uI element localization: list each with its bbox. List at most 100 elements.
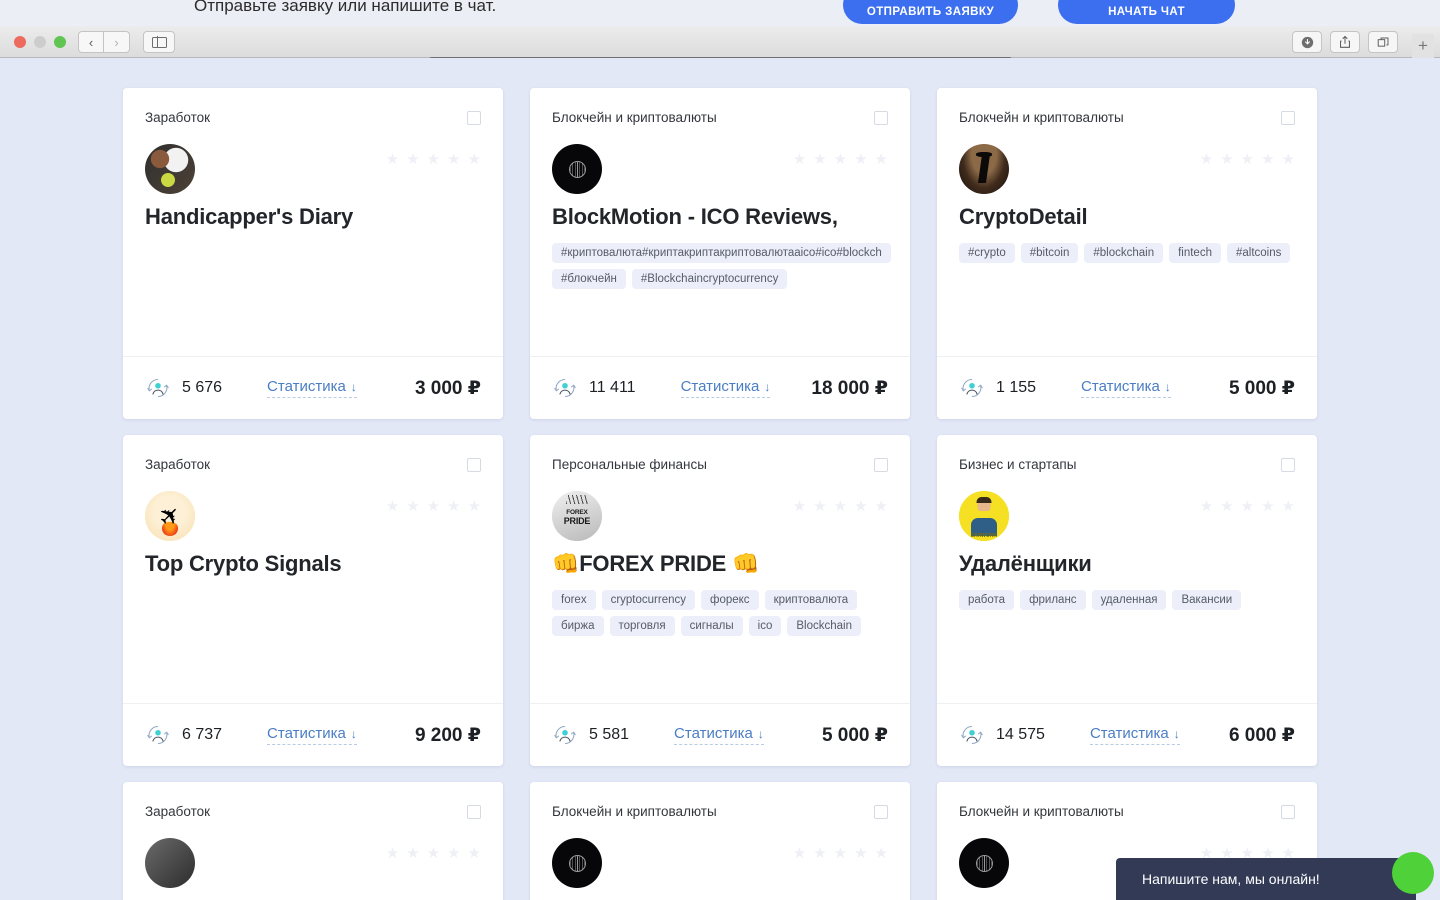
star-icon[interactable]: ★ xyxy=(386,846,399,861)
rating-stars[interactable]: ★ ★ ★ ★ ★ xyxy=(386,152,481,167)
star-icon[interactable]: ★ xyxy=(386,499,399,514)
tag[interactable]: криптовалюта xyxy=(764,590,858,611)
tag[interactable]: Blockchain xyxy=(787,616,861,637)
select-checkbox[interactable] xyxy=(874,458,888,472)
star-icon[interactable]: ★ xyxy=(813,846,826,861)
channel-card[interactable]: Бизнес и стартапы ZARWORK ★ ★ ★ ★ ★ Удалёнщики р… xyxy=(937,435,1317,766)
tag[interactable]: ico xyxy=(748,616,782,637)
new-tab-button[interactable]: + xyxy=(1412,34,1434,58)
tag[interactable]: forex xyxy=(552,590,596,611)
select-checkbox[interactable] xyxy=(467,805,481,819)
star-icon[interactable]: ★ xyxy=(447,152,460,167)
star-icon[interactable]: ★ xyxy=(427,152,440,167)
star-icon[interactable]: ★ xyxy=(406,152,419,167)
tag[interactable]: биржа xyxy=(552,616,604,637)
rating-stars[interactable]: ★ ★ ★ ★ ★ xyxy=(1200,152,1295,167)
tag[interactable]: cryptocurrency xyxy=(601,590,695,611)
star-icon[interactable]: ★ xyxy=(406,499,419,514)
star-icon[interactable]: ★ xyxy=(1241,499,1254,514)
star-icon[interactable]: ★ xyxy=(875,152,888,167)
star-icon[interactable]: ★ xyxy=(1261,152,1274,167)
star-icon[interactable]: ★ xyxy=(813,152,826,167)
star-icon[interactable]: ★ xyxy=(468,846,481,861)
tag[interactable]: удаленная xyxy=(1091,590,1167,611)
star-icon[interactable]: ★ xyxy=(386,152,399,167)
star-icon[interactable]: ★ xyxy=(854,152,867,167)
tag[interactable]: торговля xyxy=(609,616,675,637)
chat-prompt-bar[interactable]: Напишите нам, мы онлайн! xyxy=(1116,858,1416,900)
channel-card[interactable]: Блокчейн и криптовалюты ★ ★ ★ ★ ★ BlockMotion … xyxy=(530,88,910,419)
star-icon[interactable]: ★ xyxy=(834,499,847,514)
show-all-tabs-button[interactable] xyxy=(1368,31,1398,53)
start-chat-button[interactable]: НАЧАТЬ ЧАТ xyxy=(1058,0,1235,24)
select-checkbox[interactable] xyxy=(874,111,888,125)
maximize-window-button[interactable] xyxy=(54,36,66,48)
statistics-link[interactable]: Статистика ↓ xyxy=(1081,378,1171,398)
channel-card[interactable]: Заработок ★ ★ ★ ★ ★ xyxy=(123,782,503,900)
star-icon[interactable]: ★ xyxy=(834,152,847,167)
statistics-link[interactable]: Статистика ↓ xyxy=(1089,725,1180,745)
statistics-link[interactable]: Статистика ↓ xyxy=(267,378,357,398)
tag[interactable]: #криптовалюта#криптакриптакриптовалютаai… xyxy=(552,243,891,264)
channel-card[interactable]: Заработок ✈ ★ ★ ★ ★ ★ Top Crypto Signals 6 737 Ст… xyxy=(123,435,503,766)
rating-stars[interactable]: ★ ★ ★ ★ ★ xyxy=(386,846,481,861)
star-icon[interactable]: ★ xyxy=(793,152,806,167)
channel-card[interactable]: Заработок ★ ★ ★ ★ ★ Handicapper's Diary 5 676 Ст… xyxy=(123,88,503,419)
back-icon[interactable]: ‹ xyxy=(78,31,104,53)
star-icon[interactable]: ★ xyxy=(447,846,460,861)
tag[interactable]: #blockchain xyxy=(1084,243,1164,264)
select-checkbox[interactable] xyxy=(467,111,481,125)
tag[interactable]: #altcoins xyxy=(1226,243,1291,264)
channel-card[interactable]: Блокчейн и криптовалюты ★ ★ ★ ★ ★ CryptoDetail… xyxy=(937,88,1317,419)
star-icon[interactable]: ★ xyxy=(854,846,867,861)
close-window-button[interactable] xyxy=(14,36,26,48)
select-checkbox[interactable] xyxy=(1281,458,1295,472)
star-icon[interactable]: ★ xyxy=(447,499,460,514)
tag[interactable]: фриланс xyxy=(1020,590,1086,611)
star-icon[interactable]: ★ xyxy=(1200,499,1213,514)
star-icon[interactable]: ★ xyxy=(406,846,419,861)
tag[interactable]: fintech xyxy=(1169,243,1221,264)
statistics-link[interactable]: Статистика ↓ xyxy=(674,725,764,745)
sidebar-toggle-button[interactable] xyxy=(143,31,175,53)
rating-stars[interactable]: ★ ★ ★ ★ ★ xyxy=(793,846,888,861)
chat-open-button[interactable] xyxy=(1392,852,1434,894)
tag[interactable]: форекс xyxy=(701,590,759,611)
minimize-window-button[interactable] xyxy=(34,36,46,48)
select-checkbox[interactable] xyxy=(874,805,888,819)
star-icon[interactable]: ★ xyxy=(1220,499,1233,514)
rating-stars[interactable]: ★ ★ ★ ★ ★ xyxy=(793,152,888,167)
star-icon[interactable]: ★ xyxy=(427,499,440,514)
tag[interactable]: Вакансии xyxy=(1172,590,1242,611)
downloads-button[interactable] xyxy=(1292,31,1322,53)
star-icon[interactable]: ★ xyxy=(468,499,481,514)
star-icon[interactable]: ★ xyxy=(793,846,806,861)
star-icon[interactable]: ★ xyxy=(1241,152,1254,167)
select-checkbox[interactable] xyxy=(1281,111,1295,125)
star-icon[interactable]: ★ xyxy=(1261,499,1274,514)
star-icon[interactable]: ★ xyxy=(1282,152,1295,167)
rating-stars[interactable]: ★ ★ ★ ★ ★ xyxy=(1200,499,1295,514)
statistics-link[interactable]: Статистика ↓ xyxy=(680,378,771,398)
tag[interactable]: работа xyxy=(959,590,1015,611)
star-icon[interactable]: ★ xyxy=(854,499,867,514)
star-icon[interactable]: ★ xyxy=(875,499,888,514)
star-icon[interactable]: ★ xyxy=(793,499,806,514)
channel-card[interactable]: Блокчейн и криптовалюты ★ ★ ★ ★ ★ xyxy=(530,782,910,900)
select-checkbox[interactable] xyxy=(467,458,481,472)
tag[interactable]: сигналы xyxy=(680,616,743,637)
tag[interactable]: #crypto xyxy=(959,243,1015,264)
star-icon[interactable]: ★ xyxy=(427,846,440,861)
send-request-button[interactable]: ОТПРАВИТЬ ЗАЯВКУ xyxy=(843,0,1018,24)
tag[interactable]: #bitcoin xyxy=(1020,243,1079,264)
star-icon[interactable]: ★ xyxy=(1200,152,1213,167)
tag[interactable]: #Blockchaincryptocurrency xyxy=(631,269,788,290)
channel-card[interactable]: Персональные финансы FOREX PRIDE ★ ★ ★ ★ ★ 👊FORE… xyxy=(530,435,910,766)
rating-stars[interactable]: ★ ★ ★ ★ ★ xyxy=(793,499,888,514)
star-icon[interactable]: ★ xyxy=(1220,152,1233,167)
statistics-link[interactable]: Статистика ↓ xyxy=(267,725,357,745)
star-icon[interactable]: ★ xyxy=(1282,499,1295,514)
select-checkbox[interactable] xyxy=(1281,805,1295,819)
forward-icon[interactable]: › xyxy=(104,31,130,53)
tag[interactable]: #блокчейн xyxy=(552,269,626,290)
